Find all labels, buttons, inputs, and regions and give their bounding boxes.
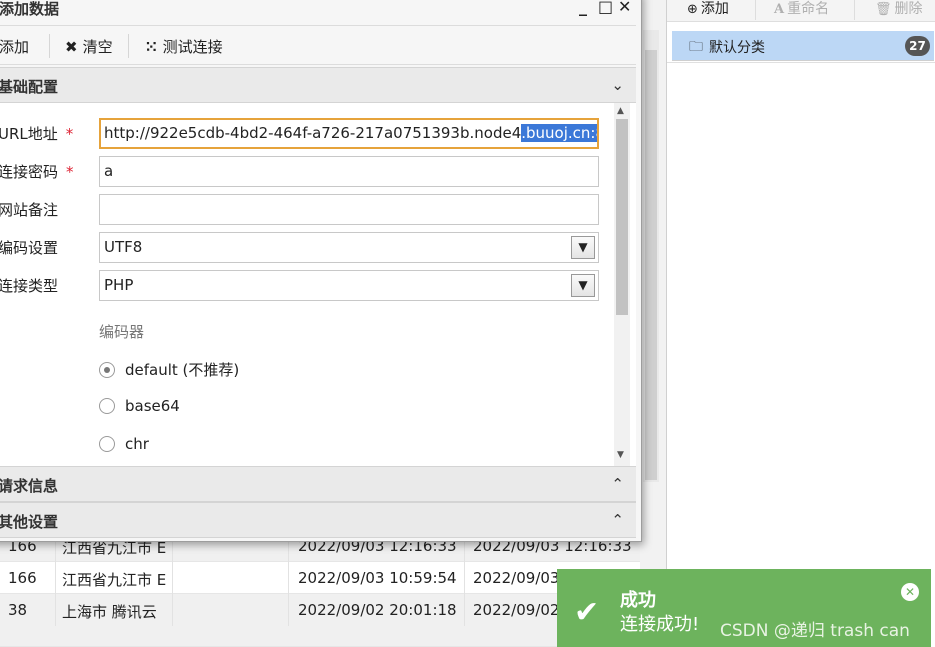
close-icon[interactable]: ✕ bbox=[901, 583, 919, 601]
chevron-down-icon[interactable]: ▼ bbox=[571, 236, 595, 259]
category-add-button[interactable]: ⊕ 添加 bbox=[687, 0, 729, 18]
checkmark-icon: ✔ bbox=[574, 595, 600, 630]
add-button[interactable]: 添加 bbox=[0, 36, 29, 57]
watermark: CSDN @递归 trash can bbox=[720, 621, 910, 641]
scroll-up-icon[interactable]: ▲ bbox=[617, 106, 624, 116]
table-cell: 2022/09/02 20:01:18 bbox=[298, 601, 457, 619]
scrollbar-thumb[interactable] bbox=[616, 119, 628, 315]
table-cell: 上海市 腾讯云 bbox=[62, 603, 157, 621]
category-count-badge: 27 bbox=[905, 36, 930, 56]
password-label: 连接密码 * bbox=[0, 163, 74, 181]
type-label: 连接类型 bbox=[0, 277, 59, 295]
add-data-dialog: 添加数据 _ □ ✕ 添加 ✖ 清空 ⁙ 测试连接 基础配置 ⌄ URL地址 * ht… bbox=[0, 0, 642, 542]
form-scrollbar[interactable]: ▲ ▼ bbox=[614, 103, 630, 466]
category-delete-button[interactable]: 🗑 删除 bbox=[875, 0, 923, 18]
close-icon[interactable]: ✕ bbox=[618, 0, 631, 16]
radio-button[interactable] bbox=[99, 436, 115, 452]
chevron-up-icon: ⌃ bbox=[611, 475, 624, 493]
clear-button[interactable]: ✖ 清空 bbox=[65, 36, 113, 57]
category-rename-button[interactable]: A 重命名 bbox=[774, 0, 829, 18]
toast-title: 成功 bbox=[620, 590, 656, 611]
spinner-icon: ⁙ bbox=[145, 38, 158, 56]
font-icon: A bbox=[774, 2, 785, 17]
note-input[interactable] bbox=[99, 194, 599, 225]
url-input[interactable]: http://922e5cdb-4bd2-464f-a726-217a07513… bbox=[99, 118, 599, 149]
minimize-icon[interactable]: _ bbox=[579, 0, 587, 16]
encoding-label: 编码设置 bbox=[0, 239, 59, 257]
encoder-option-chr[interactable]: chr bbox=[99, 435, 149, 453]
radio-button[interactable] bbox=[99, 398, 115, 414]
encoder-option-base64[interactable]: base64 bbox=[99, 397, 180, 415]
section-basic-config[interactable]: 基础配置 ⌄ bbox=[0, 67, 636, 103]
table-cell: 江西省九江市 E bbox=[62, 571, 167, 589]
url-label: URL地址 * bbox=[0, 125, 74, 143]
encoder-label: 编码器 bbox=[99, 323, 145, 341]
section-other-settings[interactable]: 其他设置 ⌃ bbox=[0, 502, 636, 538]
toast-message: 连接成功! bbox=[620, 614, 700, 635]
table-row[interactable]: 38 上海市 腾讯云 2022/09/02 20:01:18 2022/09/0… bbox=[0, 594, 640, 647]
list-scrollbar[interactable] bbox=[643, 30, 659, 482]
table-cell: 2022/09/03 10:59:54 bbox=[298, 569, 457, 587]
plus-circle-icon: ⊕ bbox=[687, 2, 698, 17]
encoding-select[interactable]: UTF8 ▼ bbox=[99, 232, 599, 263]
encoder-option-default[interactable]: default (不推荐) bbox=[99, 359, 239, 380]
category-toolbar: ⊕ 添加 A 重命名 🗑 删除 bbox=[667, 0, 935, 22]
dialog-toolbar: 添加 ✖ 清空 ⁙ 测试连接 bbox=[0, 25, 636, 65]
chevron-down-icon[interactable]: ▼ bbox=[571, 274, 595, 297]
test-connection-button[interactable]: ⁙ 测试连接 bbox=[145, 36, 223, 57]
scrollbar-thumb[interactable] bbox=[645, 50, 657, 480]
basic-config-form: URL地址 * http://922e5cdb-4bd2-464f-a726-21… bbox=[0, 103, 636, 466]
password-input[interactable]: a bbox=[99, 156, 599, 187]
table-cell: 166 bbox=[8, 569, 37, 587]
radio-button[interactable] bbox=[99, 362, 115, 378]
category-panel: ⊕ 添加 A 重命名 🗑 删除 🗀 默认分类 27 bbox=[666, 0, 935, 647]
dialog-title: 添加数据 bbox=[0, 0, 60, 18]
chevron-up-icon: ⌃ bbox=[611, 511, 624, 529]
url-selected-text: .buuoj.cn:81/2.php bbox=[521, 124, 597, 142]
note-label: 网站备注 bbox=[0, 201, 59, 219]
chevron-down-icon: ⌄ bbox=[611, 76, 624, 94]
dialog-titlebar[interactable]: 添加数据 _ □ ✕ bbox=[0, 0, 641, 21]
scroll-down-icon[interactable]: ▼ bbox=[617, 450, 624, 460]
times-icon: ✖ bbox=[65, 38, 78, 56]
table-row[interactable]: 166 江西省九江市 E 2022/09/03 10:59:54 2022/09… bbox=[0, 562, 640, 594]
type-select[interactable]: PHP ▼ bbox=[99, 270, 599, 301]
trash-icon: 🗑 bbox=[875, 2, 892, 17]
section-request-info[interactable]: 请求信息 ⌃ bbox=[0, 466, 636, 502]
maximize-icon[interactable]: □ bbox=[598, 0, 613, 16]
category-item-default[interactable]: 🗀 默认分类 27 bbox=[672, 31, 934, 61]
table-cell: 38 bbox=[8, 601, 28, 619]
folder-icon: 🗀 bbox=[689, 39, 703, 55]
